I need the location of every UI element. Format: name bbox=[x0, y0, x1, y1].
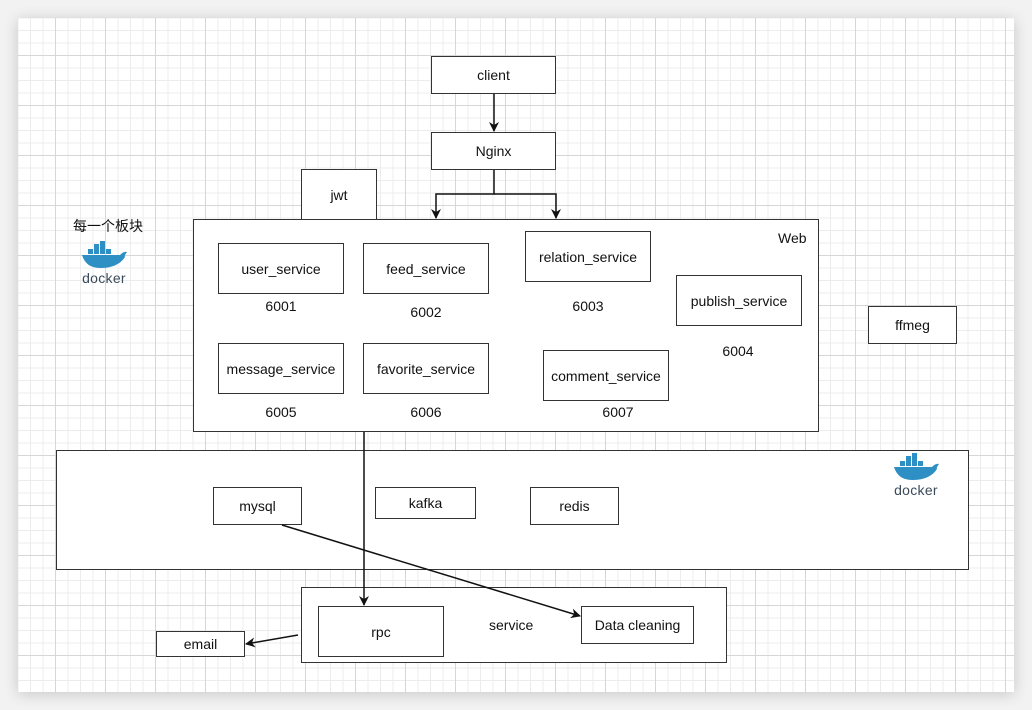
service-name: user_service bbox=[241, 260, 321, 277]
redis-label: redis bbox=[559, 498, 590, 514]
service-node-message[interactable]: message_service bbox=[218, 343, 344, 394]
service-port: 6005 bbox=[265, 404, 297, 420]
docker-whale-icon bbox=[894, 453, 939, 480]
service-port: 6001 bbox=[265, 298, 297, 314]
kafka-label: kafka bbox=[408, 495, 443, 511]
client-node[interactable]: client bbox=[431, 56, 556, 94]
web-title: Web bbox=[778, 230, 807, 246]
nginx-node[interactable]: Nginx bbox=[431, 132, 556, 170]
ffmeg-node[interactable]: ffmeg bbox=[868, 306, 957, 344]
jwt-node[interactable]: jwt bbox=[301, 169, 377, 220]
redis-node[interactable]: redis bbox=[530, 487, 619, 525]
nginx-label: Nginx bbox=[475, 143, 512, 159]
legend-note: 每一个板块 bbox=[73, 218, 143, 234]
docker-logo-text: docker bbox=[894, 482, 938, 498]
docker-logo-legend: docker bbox=[74, 240, 134, 286]
service-port: 6002 bbox=[410, 304, 442, 320]
service-name: message_service bbox=[226, 360, 336, 377]
mysql-node[interactable]: mysql bbox=[213, 487, 302, 525]
service-port: 6004 bbox=[722, 343, 754, 359]
service-port: 6006 bbox=[410, 404, 442, 420]
client-label: client bbox=[477, 67, 510, 83]
service-node-comment[interactable]: comment_service bbox=[543, 350, 669, 401]
infra-container[interactable] bbox=[56, 450, 969, 570]
service-name: favorite_service bbox=[376, 360, 476, 377]
rpc-label: rpc bbox=[371, 623, 391, 640]
data-cleaning-label: Data cleaning bbox=[594, 617, 681, 633]
service-node-publish[interactable]: publish_service bbox=[676, 275, 802, 326]
ffmeg-label: ffmeg bbox=[895, 317, 930, 333]
data-cleaning-node[interactable]: Data cleaning bbox=[581, 606, 694, 644]
kafka-node[interactable]: kafka bbox=[375, 487, 476, 519]
service-node-feed[interactable]: feed_service bbox=[363, 243, 489, 294]
service-title: service bbox=[489, 617, 534, 633]
service-node-favorite[interactable]: favorite_service bbox=[363, 343, 489, 394]
service-port: 6007 bbox=[602, 404, 634, 420]
jwt-label: jwt bbox=[330, 186, 348, 203]
docker-logo-infra: docker bbox=[886, 452, 946, 498]
service-name: comment_service bbox=[551, 367, 661, 384]
service-name: relation_service bbox=[538, 248, 638, 265]
docker-whale-icon bbox=[82, 241, 127, 268]
service-node-user[interactable]: user_service bbox=[218, 243, 344, 294]
email-node[interactable]: email bbox=[156, 631, 245, 657]
rpc-node[interactable]: rpc bbox=[318, 606, 444, 657]
mysql-label: mysql bbox=[239, 498, 276, 514]
service-node-relation[interactable]: relation_service bbox=[525, 231, 651, 282]
service-name: feed_service bbox=[386, 260, 466, 277]
email-label: email bbox=[183, 636, 218, 652]
docker-logo-text: docker bbox=[82, 270, 126, 286]
service-name: publish_service bbox=[690, 292, 788, 309]
service-port: 6003 bbox=[572, 298, 604, 314]
